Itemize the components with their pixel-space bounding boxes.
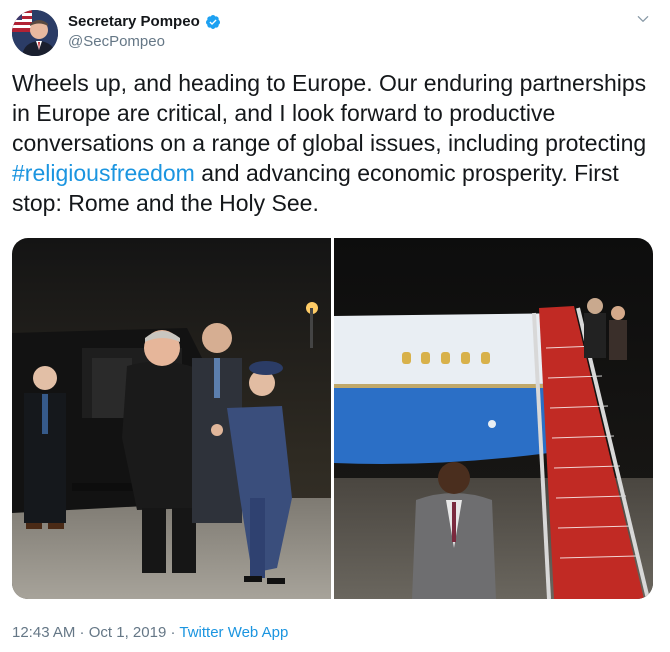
- author-name[interactable]: Secretary Pompeo: [68, 13, 200, 30]
- tweet-text: Wheels up, and heading to Europe. Our en…: [12, 68, 657, 218]
- photo-handshake[interactable]: [12, 238, 331, 599]
- chevron-down-icon[interactable]: [636, 12, 650, 26]
- tweet-meta: 12:43 AM · Oct 1, 2019 · Twitter Web App: [12, 624, 288, 641]
- verified-badge-icon: [205, 14, 220, 29]
- meta-separator: ·: [166, 624, 180, 641]
- tweet-text-start: Wheels up, and heading to Europe. Our en…: [12, 70, 647, 156]
- tweet-time[interactable]: 12:43 AM: [12, 624, 75, 641]
- photo-airplane-image: [334, 238, 653, 599]
- tweet-source-link[interactable]: Twitter Web App: [179, 624, 288, 641]
- tweet-media[interactable]: [12, 238, 653, 599]
- author-name-row[interactable]: Secretary Pompeo: [68, 13, 221, 30]
- author-avatar[interactable]: [12, 10, 58, 56]
- photo-handshake-image: [12, 238, 331, 599]
- meta-separator: ·: [75, 624, 89, 641]
- tweet-date[interactable]: Oct 1, 2019: [89, 624, 167, 641]
- author-handle[interactable]: @SecPompeo: [68, 33, 165, 50]
- hashtag-link[interactable]: #religiousfreedom: [12, 160, 195, 186]
- avatar-image: [12, 10, 58, 56]
- photo-airplane-stairs[interactable]: [334, 238, 653, 599]
